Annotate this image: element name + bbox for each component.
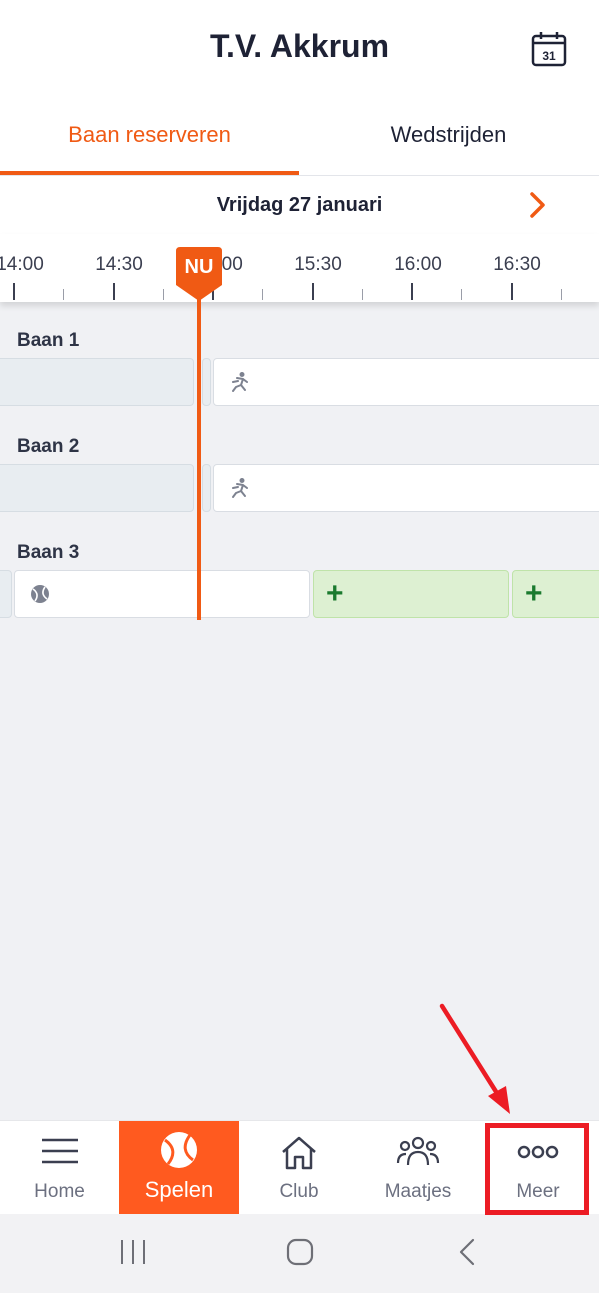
- court-label: Baan 2: [17, 436, 80, 457]
- slot-past: [202, 358, 211, 406]
- time-label: 15:30: [294, 254, 342, 275]
- tick-minor: [262, 289, 263, 300]
- add-icon: +: [326, 577, 344, 610]
- recent-apps-icon[interactable]: [118, 1238, 148, 1266]
- chevron-right-icon[interactable]: [524, 190, 550, 220]
- tick-minor: [362, 289, 363, 300]
- slot-booked[interactable]: [14, 570, 310, 618]
- slot-booked[interactable]: [213, 358, 599, 406]
- time-label: 16:30: [493, 254, 541, 275]
- slot-past: [0, 464, 194, 512]
- tick-major: [511, 283, 513, 300]
- home-icon: [282, 1136, 316, 1170]
- slot-free[interactable]: +: [313, 570, 509, 618]
- tick-major: [312, 283, 314, 300]
- tab-bar: Baan reserveren Wedstrijden: [0, 98, 599, 176]
- nav-spelen[interactable]: Spelen: [119, 1121, 239, 1215]
- group-icon: [396, 1136, 440, 1166]
- slot-past: [202, 464, 211, 512]
- tennis-ball-icon: [31, 585, 49, 603]
- current-date: Vrijdag 27 januari: [216, 194, 383, 216]
- app-header: T.V. Akkrum 31: [0, 0, 599, 98]
- now-label: NU: [184, 256, 214, 278]
- nav-club[interactable]: Club: [239, 1121, 359, 1215]
- player-icon: [232, 478, 248, 498]
- tick-minor: [461, 289, 462, 300]
- now-line: [197, 290, 201, 620]
- annotation-arrow: [439, 1003, 510, 1114]
- tick-minor: [163, 289, 164, 300]
- nav-label: Club: [279, 1181, 319, 1202]
- nav-label: Maatjes: [384, 1181, 452, 1202]
- time-label: 16:00: [394, 254, 442, 275]
- time-label: 14:00: [0, 254, 44, 275]
- slot-booked[interactable]: [213, 464, 599, 512]
- page-title: T.V. Akkrum: [209, 28, 390, 64]
- nav-label: Spelen: [144, 1177, 214, 1202]
- slot-free[interactable]: +: [512, 570, 599, 618]
- annotation-box: [485, 1123, 589, 1215]
- calendar-icon[interactable]: 31: [531, 31, 567, 67]
- slot-past: [0, 358, 194, 406]
- nav-maatjes[interactable]: Maatjes: [359, 1121, 477, 1215]
- add-icon: +: [525, 577, 543, 610]
- tick-major: [411, 283, 413, 300]
- player-icon: [232, 372, 248, 392]
- slot-past: [0, 570, 12, 618]
- back-icon[interactable]: [455, 1238, 479, 1266]
- tick-major: [13, 283, 15, 300]
- tab-wedstrijden[interactable]: Wedstrijden: [299, 98, 598, 175]
- calendar-day: 31: [542, 49, 556, 63]
- tab-baan-reserveren[interactable]: Baan reserveren: [0, 98, 299, 175]
- menu-icon: [41, 1138, 78, 1164]
- date-bar: Vrijdag 27 januari: [0, 176, 599, 234]
- court-label: Baan 3: [17, 542, 80, 563]
- time-label: 14:30: [95, 254, 143, 275]
- system-nav-bar: [0, 1214, 599, 1293]
- timeline-ruler[interactable]: 14:00 14:30 15:00 15:30 16:00 16:30: [0, 234, 599, 302]
- now-marker: NU: [176, 247, 222, 301]
- nav-home[interactable]: Home: [0, 1121, 119, 1215]
- home-button-icon[interactable]: [285, 1238, 315, 1266]
- tick-minor: [561, 289, 562, 300]
- tennis-ball-icon: [161, 1132, 197, 1168]
- court-label: Baan 1: [17, 330, 80, 351]
- nav-label: Home: [34, 1181, 85, 1202]
- tick-major: [113, 283, 115, 300]
- tick-minor: [63, 289, 64, 300]
